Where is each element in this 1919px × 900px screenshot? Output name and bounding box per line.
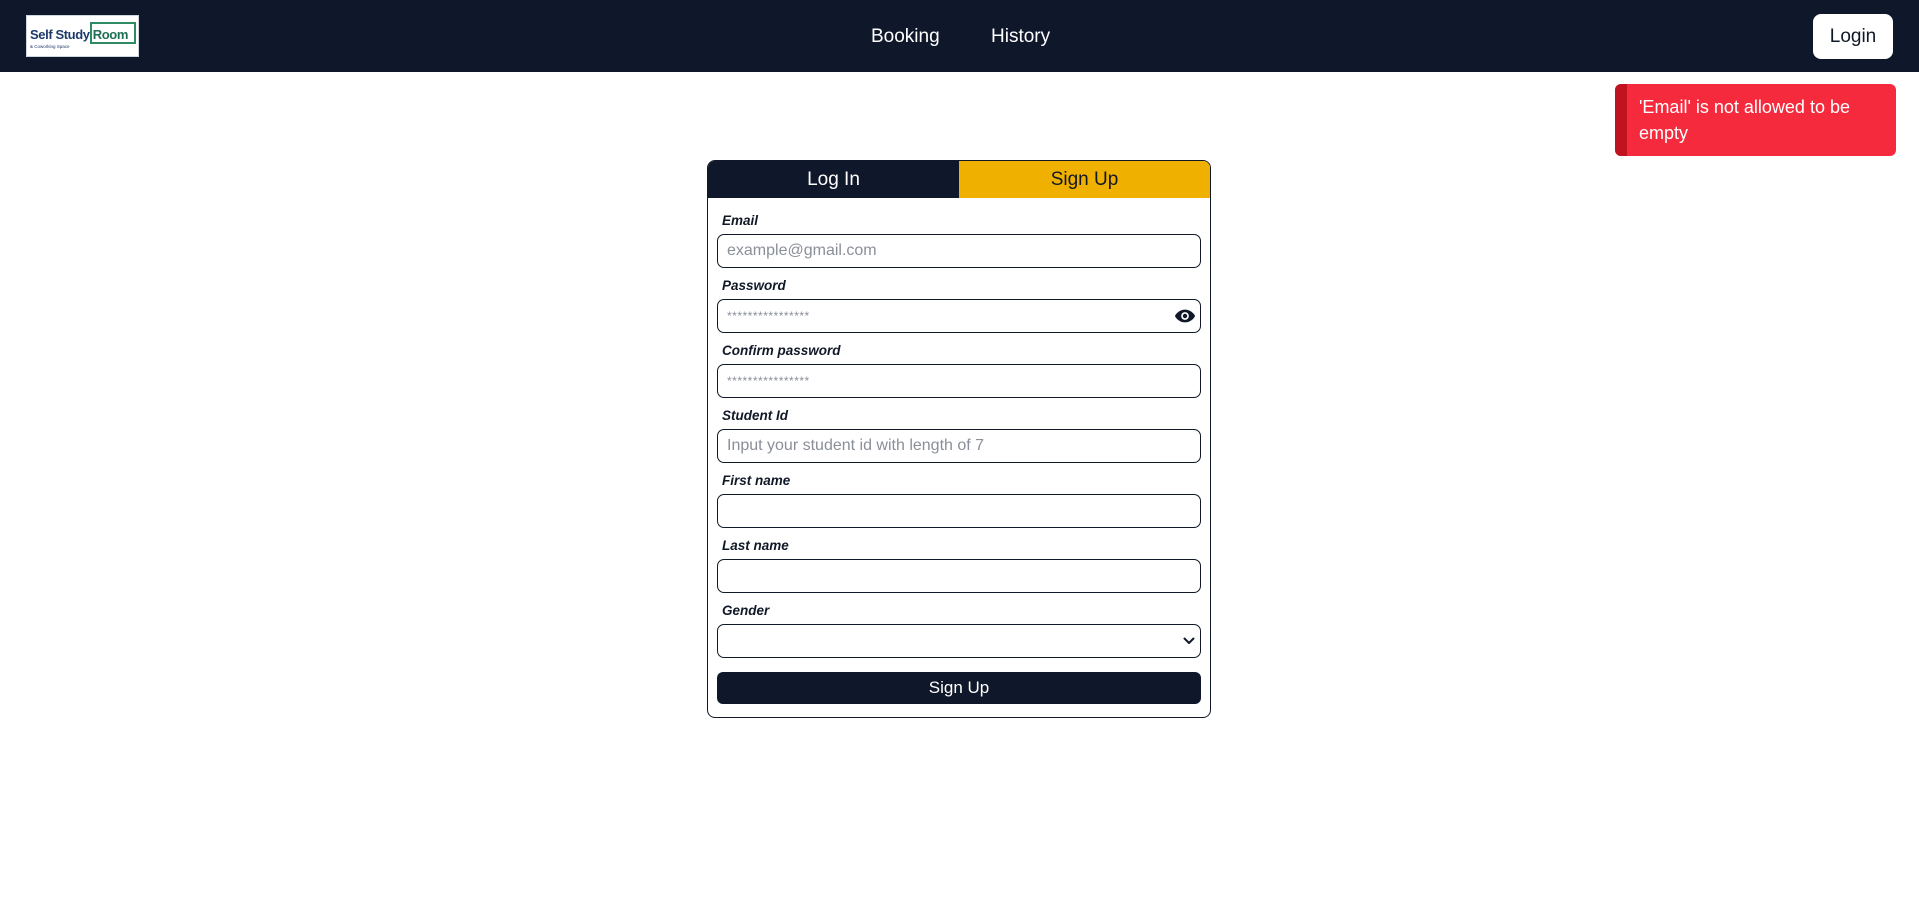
first-name-label: First name [722,473,791,488]
toast-accent-bar [1615,84,1627,156]
nav-history-link[interactable]: History [991,25,1050,49]
tab-login[interactable]: Log In [708,161,959,198]
last-name-input[interactable] [717,559,1201,593]
eye-icon[interactable] [1174,308,1196,324]
last-name-label: Last name [722,538,789,553]
password-input[interactable] [717,299,1201,333]
error-toast[interactable]: 'Email' is not allowed to be empty [1615,84,1896,156]
navbar: Self Study Room & Coworking Space Bookin… [0,0,1919,72]
email-input[interactable] [717,234,1201,268]
first-name-input[interactable] [717,494,1201,528]
auth-tabs: Log In Sign Up [708,161,1210,198]
nav-booking-link[interactable]: Booking [871,25,940,49]
gender-select[interactable] [717,624,1201,658]
student-id-label: Student Id [722,408,788,423]
gender-label: Gender [722,603,770,618]
sign-up-button[interactable]: Sign Up [717,672,1201,704]
confirm-password-label: Confirm password [722,343,841,358]
tab-signup[interactable]: Sign Up [959,161,1210,198]
logo[interactable]: Self Study Room & Coworking Space [26,15,139,57]
password-label: Password [722,278,786,293]
toast-message: 'Email' is not allowed to be empty [1639,97,1850,143]
logo-subtitle: & Coworking Space [30,44,70,49]
login-button[interactable]: Login [1813,14,1893,59]
email-label: Email [722,213,759,228]
student-id-input[interactable] [717,429,1201,463]
confirm-password-input[interactable] [717,364,1201,398]
auth-card: Log In Sign Up Email Password Confirm pa… [707,160,1211,718]
logo-title: Self Study Room [30,27,129,42]
